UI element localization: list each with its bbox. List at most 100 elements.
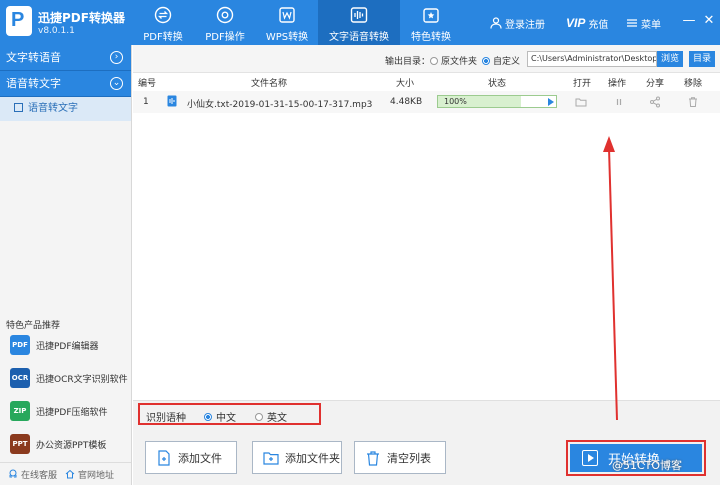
sidebar: 文字转语音 › 语音转文字 ⌄ 语音转文字 特色产品推荐 PDF 迅捷PDF编辑… (0, 45, 132, 485)
radio-label: 中文 (216, 413, 236, 424)
language-label: 识别语种 (146, 413, 186, 424)
share-button[interactable] (649, 96, 661, 108)
open-directory-button[interactable]: 目录 (689, 51, 715, 67)
rec-label: 办公资源PPT模板 (36, 440, 107, 451)
radio-source-folder[interactable]: 原文件夹 (430, 54, 477, 67)
rec-item-pdf-compress[interactable]: ZIP 迅捷PDF压缩软件 (0, 396, 131, 426)
minimize-button[interactable]: — (682, 14, 696, 28)
button-label: 添加文件 (178, 451, 222, 465)
chevron-right-icon: › (110, 51, 123, 64)
radio-icon (430, 56, 438, 65)
radio-custom-folder[interactable]: 自定义 (482, 54, 520, 67)
star-icon (422, 6, 440, 24)
sidebar-section-text-to-speech[interactable]: 文字转语音 › (0, 45, 131, 71)
trash-icon (689, 97, 697, 107)
app-title: 迅捷PDF转换器 (38, 11, 125, 25)
add-folder-button[interactable]: 添加文件夹 (252, 441, 342, 474)
col-remove: 移除 (684, 79, 703, 89)
ocr-icon: OCR (10, 368, 30, 388)
row-filename: 小仙女.txt-2019-01-31-15-00-17-317.mp3 (187, 100, 373, 110)
online-service-link[interactable]: 在线客服 (8, 468, 57, 481)
pause-button[interactable] (613, 96, 625, 108)
button-label: 添加文件夹 (285, 451, 340, 465)
tab-pdf-operate[interactable]: PDF操作 (194, 0, 256, 45)
sidebar-item-speech-to-text[interactable]: 语音转文字 (0, 97, 131, 121)
rec-item-pdf-editor[interactable]: PDF 迅捷PDF编辑器 (0, 330, 131, 360)
rec-item-ppt-template[interactable]: PPT 办公资源PPT模板 (0, 429, 131, 459)
title-bar: P 迅捷PDF转换器 v8.0.1.1 PDF转换 PDF操作 WPS转换 文字… (0, 0, 720, 45)
convert-icon (154, 6, 172, 24)
vip-recharge-button[interactable]: VIP 充值 (566, 14, 608, 32)
file-add-icon (158, 449, 170, 466)
pdf-editor-icon: PDF (10, 335, 30, 355)
col-operation: 操作 (608, 79, 627, 89)
table-row[interactable]: 1 小仙女.txt-2019-01-31-15-00-17-317.mp3 4.… (133, 91, 720, 113)
col-share: 分享 (646, 79, 665, 89)
radio-english[interactable]: 英文 (255, 409, 287, 424)
sidebar-item-label: 语音转文字 (28, 103, 78, 114)
tab-special-convert[interactable]: 特色转换 (400, 0, 462, 45)
open-folder-button[interactable] (575, 96, 587, 108)
sidebar-section-speech-to-text[interactable]: 语音转文字 ⌄ (0, 71, 131, 97)
tab-label: 文字语音转换 (329, 32, 389, 43)
output-toolbar: 输出目录： 原文件夹 自定义 C:\Users\Administrator\De… (133, 45, 720, 73)
tab-label: PDF转换 (143, 32, 183, 43)
sidebar-footer: 在线客服 官网地址 (0, 462, 131, 485)
clear-list-button[interactable]: 清空列表 (354, 441, 446, 474)
row-size: 4.48KB (390, 97, 423, 107)
login-label: 登录注册 (505, 19, 545, 31)
home-icon (65, 469, 75, 479)
ppt-icon: PPT (10, 434, 30, 454)
website-label: 官网地址 (78, 470, 115, 481)
app-version: v8.0.1.1 (38, 26, 75, 36)
rec-label: 迅捷OCR文字识别软件 (36, 374, 128, 385)
wps-icon (278, 6, 296, 24)
rec-item-ocr[interactable]: OCR 迅捷OCR文字识别软件 (0, 363, 131, 393)
tab-wps-convert[interactable]: WPS转换 (256, 0, 318, 45)
audio-wave-icon (350, 6, 368, 24)
folder-add-icon (263, 451, 279, 465)
tab-label: WPS转换 (265, 32, 309, 43)
col-open: 打开 (573, 79, 592, 89)
file-table (133, 74, 720, 400)
user-icon (490, 17, 502, 29)
output-path-input[interactable]: C:\Users\Administrator\Desktop (527, 51, 657, 67)
watermark: @51CTO博客 (612, 459, 683, 472)
document-icon (14, 103, 23, 112)
service-label: 在线客服 (21, 470, 58, 481)
gear-icon (216, 6, 234, 24)
main-nav: PDF转换 PDF操作 WPS转换 文字语音转换 特色转换 (132, 0, 462, 45)
tab-pdf-convert[interactable]: PDF转换 (132, 0, 194, 45)
tab-label: PDF操作 (205, 32, 245, 43)
app-logo: P (6, 6, 32, 36)
col-filename: 文件名称 (251, 79, 288, 89)
close-button[interactable]: ✕ (702, 14, 716, 28)
radio-chinese[interactable]: 中文 (204, 409, 236, 424)
col-status: 状态 (488, 79, 507, 89)
trash-icon (367, 450, 379, 466)
col-size: 大小 (396, 79, 415, 89)
rec-label: 迅捷PDF压缩软件 (36, 407, 108, 418)
website-link[interactable]: 官网地址 (65, 468, 114, 481)
radio-icon (204, 412, 212, 421)
radio-label: 英文 (267, 413, 287, 424)
zip-icon: ZIP (10, 401, 30, 421)
login-register-button[interactable]: 登录注册 (490, 14, 545, 32)
remove-button[interactable] (687, 96, 699, 108)
vip-label: 充值 (588, 19, 609, 31)
share-icon (650, 96, 660, 108)
chevron-down-icon: ⌄ (110, 77, 123, 90)
browse-button[interactable]: 浏览 (657, 51, 683, 67)
menu-label: 菜单 (641, 19, 661, 31)
play-icon (548, 98, 554, 106)
language-selector: 识别语种 中文 英文 (138, 403, 321, 425)
audio-file-icon (167, 95, 177, 107)
app-logo-letter: P (11, 9, 25, 31)
hamburger-icon (627, 19, 637, 27)
add-file-button[interactable]: 添加文件 (145, 441, 237, 474)
menu-button[interactable]: 菜单 (626, 14, 661, 32)
headset-icon (9, 469, 17, 478)
col-number: 编号 (138, 79, 157, 89)
tab-text-speech[interactable]: 文字语音转换 (318, 0, 400, 45)
radio-icon (482, 56, 490, 65)
